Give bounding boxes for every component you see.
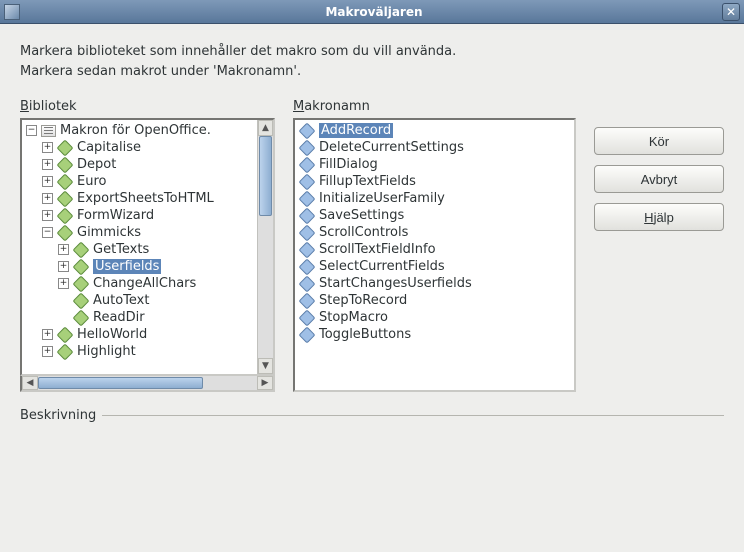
close-icon[interactable]: ✕ [722,3,740,21]
expand-icon[interactable]: + [42,142,53,153]
scroll-thumb[interactable] [38,377,203,389]
tree-item-gimmicks[interactable]: −Gimmicks [24,224,257,241]
run-button[interactable]: Kör [594,127,724,155]
macro-list[interactable]: AddRecord DeleteCurrentSettings FillDial… [293,118,576,392]
module-icon [57,326,74,343]
module-icon [73,275,90,292]
tree-item[interactable]: AutoText [24,292,257,309]
library-tree[interactable]: − Makron för OpenOffice. +Capitalise +De… [20,118,275,376]
module-icon [73,309,90,326]
dialog-content: Markera biblioteket som innehåller det m… [0,24,744,435]
macro-icon [299,224,316,241]
module-icon [73,292,90,309]
module-icon [57,139,74,156]
list-item[interactable]: DeleteCurrentSettings [297,139,572,156]
scroll-left-icon[interactable]: ◀ [22,376,38,390]
list-item[interactable]: SaveSettings [297,207,572,224]
app-icon [4,4,20,20]
list-item[interactable]: ToggleButtons [297,326,572,343]
tree-item[interactable]: +ExportSheetsToHTML [24,190,257,207]
list-item[interactable]: FillDialog [297,156,572,173]
horizontal-scrollbar[interactable]: ◀ ▶ [20,376,275,392]
expand-icon[interactable]: + [42,176,53,187]
collapse-icon[interactable]: − [42,227,53,238]
module-icon [73,258,90,275]
vertical-scrollbar[interactable]: ▲ ▼ [257,120,273,374]
tree-item[interactable]: +FormWizard [24,207,257,224]
list-item[interactable]: StepToRecord [297,292,572,309]
expand-icon[interactable]: + [42,193,53,204]
expand-icon[interactable]: + [42,210,53,221]
module-icon [57,224,74,241]
list-item[interactable]: FillupTextFields [297,173,572,190]
module-icon [57,190,74,207]
module-icon [57,156,74,173]
tree-item[interactable]: +Highlight [24,343,257,360]
module-icon [73,241,90,258]
macro-icon [299,173,316,190]
expand-icon[interactable]: + [42,159,53,170]
module-icon [57,207,74,224]
macro-icon [299,326,316,343]
description-label: Beskrivning [20,408,96,423]
list-item-selected[interactable]: AddRecord [297,122,572,139]
expand-icon[interactable]: + [58,244,69,255]
list-item[interactable]: ScrollTextFieldInfo [297,241,572,258]
macro-icon [299,292,316,309]
intro-line1: Markera biblioteket som innehåller det m… [20,42,724,62]
tree-item[interactable]: +ChangeAllChars [24,275,257,292]
description-section: Beskrivning [20,408,724,423]
list-item[interactable]: InitializeUserFamily [297,190,572,207]
scroll-right-icon[interactable]: ▶ [257,376,273,390]
list-item[interactable]: StopMacro [297,309,572,326]
tree-root-label: Makron för OpenOffice. [60,123,211,138]
help-button[interactable]: Hjälp [594,203,724,231]
tree-item[interactable]: +Euro [24,173,257,190]
macro-icon [299,207,316,224]
window-title: Makroväljaren [26,5,722,19]
tree-root[interactable]: − Makron för OpenOffice. [24,122,257,139]
macro-icon [299,275,316,292]
cancel-button[interactable]: Avbryt [594,165,724,193]
macro-icon [299,139,316,156]
expand-icon[interactable]: + [42,329,53,340]
module-icon [57,173,74,190]
expand-icon[interactable]: + [42,346,53,357]
list-item[interactable]: SelectCurrentFields [297,258,572,275]
module-icon [57,343,74,360]
tree-item-selected[interactable]: +Userfields [24,258,257,275]
expand-icon[interactable]: + [58,261,69,272]
scroll-thumb[interactable] [259,136,272,216]
macro-icon [299,258,316,275]
intro-line2: Markera sedan makrot under 'Makronamn'. [20,62,724,82]
tree-item[interactable]: ReadDir [24,309,257,326]
macro-icon [299,122,316,139]
macroname-label: Makronamn [293,99,370,114]
macro-icon [299,241,316,258]
titlebar: Makroväljaren ✕ [0,0,744,24]
scroll-up-icon[interactable]: ▲ [258,120,273,136]
tree-item[interactable]: +GetTexts [24,241,257,258]
tree-item[interactable]: +Capitalise [24,139,257,156]
macro-icon [299,190,316,207]
document-icon [41,125,56,137]
library-label: Bibliotek [20,99,77,114]
scroll-down-icon[interactable]: ▼ [258,358,273,374]
separator-line [102,415,724,416]
intro-text: Markera biblioteket som innehåller det m… [20,42,724,81]
list-item[interactable]: ScrollControls [297,224,572,241]
list-item[interactable]: StartChangesUserfields [297,275,572,292]
macro-icon [299,309,316,326]
macro-icon [299,156,316,173]
tree-item[interactable]: +HelloWorld [24,326,257,343]
collapse-icon[interactable]: − [26,125,37,136]
tree-item[interactable]: +Depot [24,156,257,173]
expand-icon[interactable]: + [58,278,69,289]
